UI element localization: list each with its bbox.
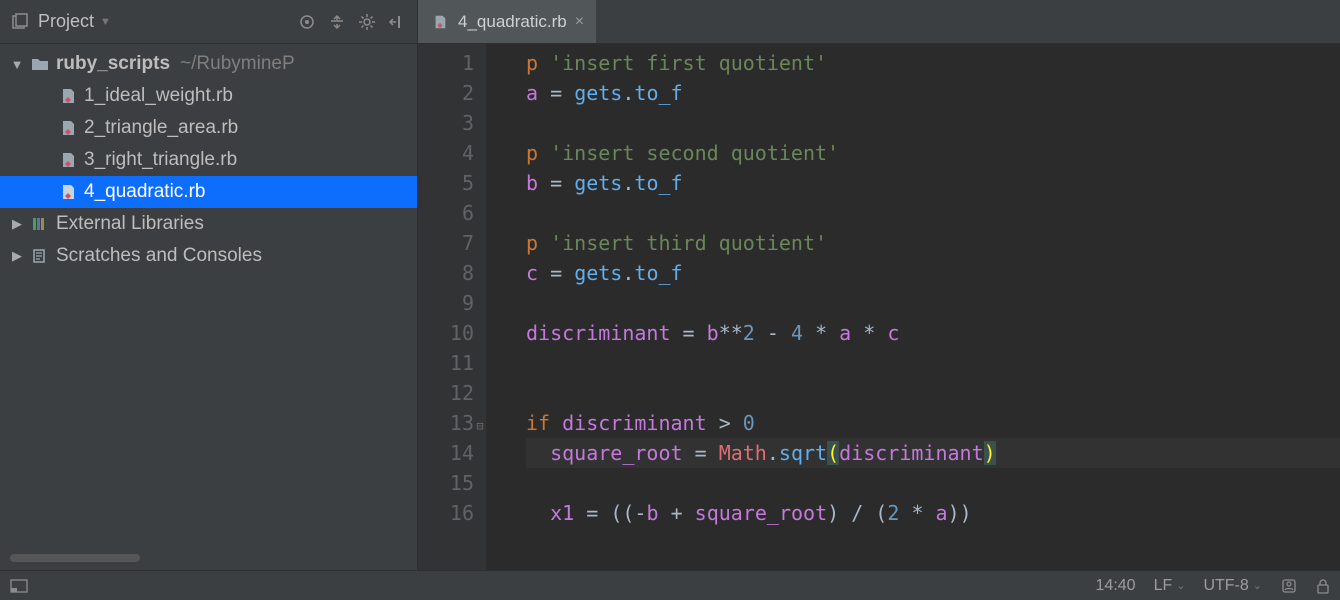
project-panel-title[interactable]: Project ▼ [38,11,111,32]
close-tab-icon[interactable]: × [575,13,584,31]
tree-file-label: 2_triangle_area.rb [84,117,238,139]
code-line[interactable] [526,348,1340,378]
editor-area: 4_quadratic.rb × 1234 5678 9101112 13141… [418,0,1340,570]
ruby-file-icon [58,150,78,170]
code-line[interactable] [526,108,1340,138]
code-line[interactable]: p 'insert third quotient' [526,228,1340,258]
code-line[interactable]: p 'insert second quotient' [526,138,1340,168]
horizontal-scrollbar[interactable] [10,554,140,562]
project-panel-header: Project ▼ [0,0,417,44]
tree-root-name: ruby_scripts [56,53,170,75]
line-gutter[interactable]: 1234 5678 9101112 13141516 ⊟ [418,44,486,570]
ruby-file-icon [430,12,450,32]
status-bar: 14:40 LF⌄ UTF-8⌄ [0,570,1340,600]
line-separator-text: LF [1154,577,1173,595]
tree-file-label: 1_ideal_weight.rb [84,85,233,107]
cursor-position-text: 14:40 [1096,577,1136,595]
code-line[interactable]: b = gets.to_f [526,168,1340,198]
file-encoding-text: UTF-8 [1203,577,1248,595]
code-line[interactable] [526,378,1340,408]
folder-icon [30,54,50,74]
fold-indicator-icon[interactable]: ⊟ [473,411,487,441]
tree-scratches[interactable]: ▶ Scratches and Consoles [0,240,417,272]
cursor-position[interactable]: 14:40 [1096,577,1136,595]
tree-file-1[interactable]: 2_triangle_area.rb [0,112,417,144]
collapse-all-icon[interactable] [325,10,349,34]
code-line[interactable] [526,468,1340,498]
lock-icon[interactable] [1316,578,1330,594]
code-line[interactable]: x1 = ((-b + square_root) / (2 * a)) [526,498,1340,528]
hide-panel-icon[interactable] [385,10,409,34]
caret-right-icon: ▶ [10,248,24,264]
code-editor[interactable]: 1234 5678 9101112 13141516 ⊟ p 'insert f… [418,44,1340,570]
tree-root-path: ~/RubymineP [180,53,295,75]
ruby-file-icon [58,182,78,202]
ruby-file-icon [58,86,78,106]
dropdown-icon: ▼ [100,16,111,28]
tree-root-folder[interactable]: ▼ ruby_scripts ~/RubymineP [0,48,417,80]
code-line[interactable]: a = gets.to_f [526,78,1340,108]
chevron-down-icon: ⌄ [1176,579,1185,592]
inspection-icon[interactable] [1280,578,1298,594]
scratches-icon [30,246,50,266]
tree-file-label: 4_quadratic.rb [84,181,205,203]
tree-file-0[interactable]: 1_ideal_weight.rb [0,80,417,112]
code-line[interactable] [526,288,1340,318]
chevron-down-icon: ⌄ [1253,579,1262,592]
ruby-file-icon [58,118,78,138]
code-line[interactable]: square_root = Math.sqrt(discriminant) [526,438,1340,468]
code-line[interactable]: discriminant = b**2 - 4 * a * c [526,318,1340,348]
editor-tab-label: 4_quadratic.rb [458,12,567,32]
project-panel: Project ▼ ▼ ruby_script [0,0,418,570]
project-view-icon[interactable] [8,10,32,34]
code-line[interactable]: p 'insert first quotient' [526,48,1340,78]
code-line[interactable]: if discriminant > 0 [526,408,1340,438]
file-encoding[interactable]: UTF-8 ⌄ [1203,577,1262,595]
editor-tab-active[interactable]: 4_quadratic.rb × [418,0,597,43]
code-body[interactable]: p 'insert first quotient'a = gets.to_fp … [486,44,1340,570]
project-panel-title-text: Project [38,11,94,32]
gear-icon[interactable] [355,10,379,34]
tree-file-label: 3_right_triangle.rb [84,149,237,171]
code-line[interactable]: c = gets.to_f [526,258,1340,288]
project-tree[interactable]: ▼ ruby_scripts ~/RubymineP 1_ideal_weigh… [0,44,417,548]
editor-tabs: 4_quadratic.rb × [418,0,1340,44]
tree-external-libraries-label: External Libraries [56,213,204,235]
caret-right-icon: ▶ [10,216,24,232]
tree-file-2[interactable]: 3_right_triangle.rb [0,144,417,176]
tool-windows-icon[interactable] [10,579,28,593]
libraries-icon [30,214,50,234]
code-line[interactable] [526,198,1340,228]
tree-scratches-label: Scratches and Consoles [56,245,262,267]
line-separator[interactable]: LF⌄ [1154,577,1186,595]
tree-external-libraries[interactable]: ▶ External Libraries [0,208,417,240]
tree-file-3[interactable]: 4_quadratic.rb [0,176,417,208]
target-icon[interactable] [295,10,319,34]
caret-down-icon: ▼ [10,57,24,72]
